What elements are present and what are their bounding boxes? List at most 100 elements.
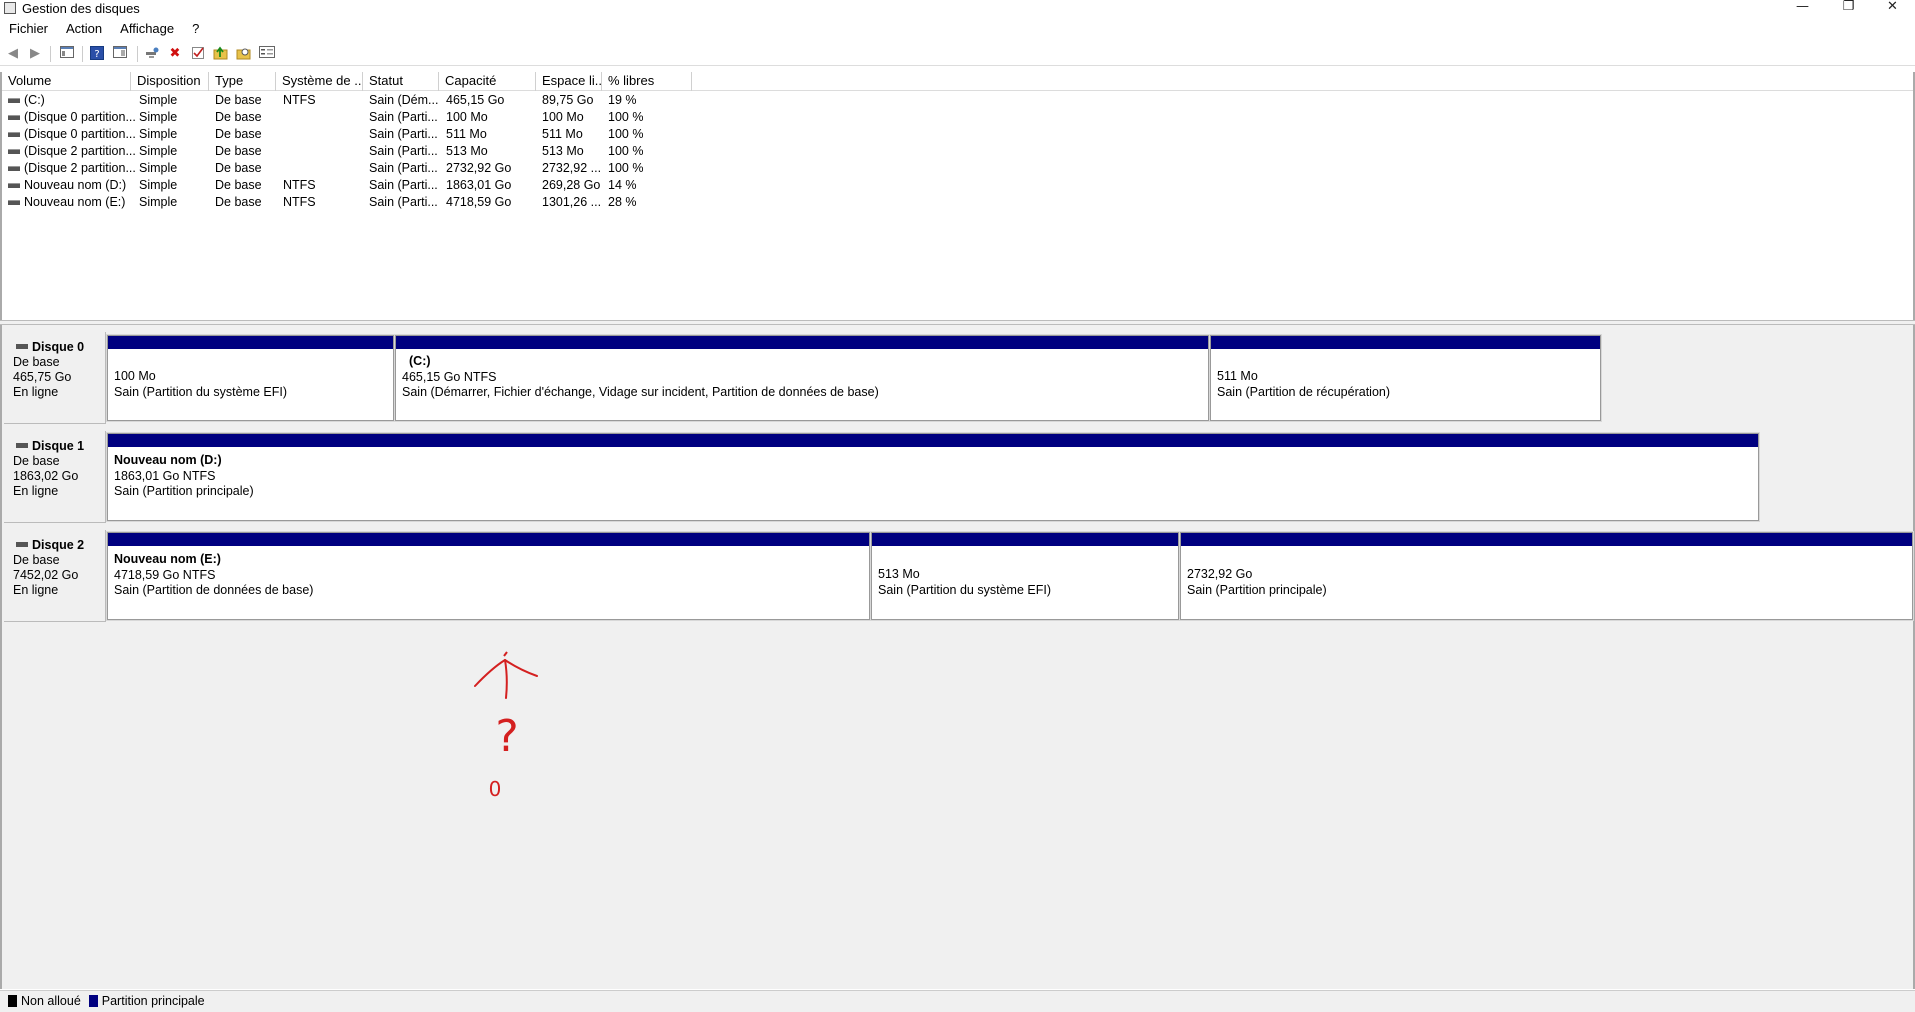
column-header-capacite[interactable]: Capacité xyxy=(439,72,536,91)
cell-type: De base xyxy=(215,195,262,209)
disk-2-label[interactable]: Disque 2 De base 7452,02 Go En ligne xyxy=(4,530,106,622)
back-arrow-icon[interactable]: ◀ xyxy=(4,46,22,62)
close-button[interactable]: ✕ xyxy=(1870,0,1915,18)
legend-unallocated: Non alloué xyxy=(21,994,81,1008)
column-header-disposition[interactable]: Disposition xyxy=(131,72,209,91)
up-folder-icon[interactable] xyxy=(212,46,230,62)
search-folder-icon[interactable] xyxy=(235,46,253,62)
menu-help[interactable]: ? xyxy=(183,19,208,38)
disk-state: En ligne xyxy=(13,583,59,597)
app-icon xyxy=(4,2,16,14)
legend-primary: Partition principale xyxy=(101,994,205,1008)
cell-capacite: 2732,92 Go xyxy=(446,161,512,175)
cell-statut: Sain (Parti... xyxy=(369,178,438,192)
cell-statut: Sain (Parti... xyxy=(369,110,438,124)
column-header-type[interactable]: Type xyxy=(209,72,276,91)
menu-bar: Fichier Action Affichage? xyxy=(0,19,1915,39)
restore-button[interactable]: ❐ xyxy=(1826,0,1871,18)
cell-statut: Sain (Parti... xyxy=(369,127,438,141)
cell-capacite: 513 Mo xyxy=(446,144,488,158)
table-row[interactable]: (Disque 2 partition... Simple De base Sain … xyxy=(2,143,702,160)
cell-statut: Sain (Dém... xyxy=(369,93,439,107)
partition-name: (C:) xyxy=(409,354,431,368)
partition-disk2-efi[interactable]: 513 Mo Sain (Partition du système EFI) xyxy=(870,531,1180,621)
cell-pct: 100 % xyxy=(608,161,644,175)
partition-status: Sain (Démarrer, Fichier d'échange, Vidag… xyxy=(402,385,879,399)
volume-icon xyxy=(8,132,20,137)
cell-disposition: Simple xyxy=(139,110,178,124)
partition-name: Nouveau nom (D:) xyxy=(114,453,222,467)
menu-action[interactable]: Action xyxy=(57,19,111,38)
table-row[interactable]: (Disque 0 partition... Simple De base Sain … xyxy=(2,109,702,126)
table-row[interactable]: (Disque 0 partition... Simple De base Sain … xyxy=(2,126,702,143)
disk-state: En ligne xyxy=(13,385,59,399)
cell-volume: (Disque 0 partition... xyxy=(24,110,136,124)
volume-icon xyxy=(8,166,20,171)
partition-type-bar xyxy=(1181,533,1912,546)
partition-disk2-e[interactable]: Nouveau nom (E:) 4718,59 Go NTFS Sain (P… xyxy=(106,531,871,621)
partition-status: Sain (Partition principale) xyxy=(114,484,254,498)
partition-size: 100 Mo xyxy=(114,369,156,383)
list-header: Volume Disposition Type Système de ... S… xyxy=(2,72,1913,91)
menu-fichier[interactable]: Fichier xyxy=(0,19,57,38)
partition-disk2-primary[interactable]: 2732,92 Go Sain (Partition principale) xyxy=(1179,531,1914,621)
disk-0-label[interactable]: Disque 0 De base 465,75 Go En ligne xyxy=(4,332,106,424)
partition-disk0-c[interactable]: (C:) 465,15 Go NTFS Sain (Démarrer, Fich… xyxy=(394,334,1210,422)
check-icon[interactable] xyxy=(189,46,207,62)
table-row[interactable]: (Disque 2 partition... Simple De base Sain … xyxy=(2,160,702,177)
cell-espace: 2732,92 ... xyxy=(542,161,602,175)
properties-icon[interactable] xyxy=(111,46,129,62)
cell-pct: 28 % xyxy=(608,195,637,209)
help-icon[interactable]: ? xyxy=(88,46,106,62)
cell-espace: 1301,26 ... xyxy=(542,195,602,209)
disk-kind: De base xyxy=(13,355,60,369)
partition-status: Sain (Partition principale) xyxy=(1187,582,1327,597)
cell-volume: (C:) xyxy=(24,93,45,107)
column-header-volume[interactable]: Volume xyxy=(2,72,131,91)
connect-icon[interactable] xyxy=(143,46,161,62)
partition-disk0-efi[interactable]: 100 Mo Sain (Partition du système EFI) xyxy=(106,334,395,422)
column-header-espace-libre[interactable]: Espace li... xyxy=(536,72,602,91)
partition-type-bar xyxy=(872,533,1178,546)
disk-size: 1863,02 Go xyxy=(13,469,79,483)
partition-status: Sain (Partition du système EFI) xyxy=(114,384,287,399)
forward-arrow-icon[interactable]: ▶ xyxy=(26,46,44,62)
column-header-statut[interactable]: Statut xyxy=(363,72,439,91)
cell-type: De base xyxy=(215,127,262,141)
cell-volume: Nouveau nom (E:) xyxy=(24,195,126,209)
partition-type-bar xyxy=(108,434,1758,447)
disk-kind: De base xyxy=(13,454,60,468)
partition-size: 465,15 Go NTFS xyxy=(402,369,497,384)
table-row[interactable]: (C:) Simple De base NTFS Sain (Dém... 465,15 … xyxy=(2,92,702,109)
partition-disk1-d[interactable]: Nouveau nom (D:) 1863,01 Go NTFS Sain (P… xyxy=(106,432,1760,522)
table-row[interactable]: Nouveau nom (D:) Simple De base NTFS Sain (P… xyxy=(2,177,702,194)
cell-espace: 513 Mo xyxy=(542,144,584,158)
title-bar: Gestion des disques — ❐ ✕ xyxy=(0,0,1915,18)
disk-1-label[interactable]: Disque 1 De base 1863,02 Go En ligne xyxy=(4,431,106,523)
cell-capacite: 465,15 Go xyxy=(446,93,505,107)
table-row[interactable]: Nouveau nom (E:) Simple De base NTFS Sain (P… xyxy=(2,194,702,211)
disk-icon xyxy=(16,344,28,350)
disk-name: Disque 1 xyxy=(32,439,85,453)
partition-disk0-recovery[interactable]: 511 Mo Sain (Partition de récupération) xyxy=(1209,334,1602,422)
cell-disposition: Simple xyxy=(139,93,178,107)
column-header-filesystem[interactable]: Système de ... xyxy=(276,72,363,91)
delete-icon[interactable]: ✖ xyxy=(166,46,184,62)
volume-icon xyxy=(8,98,20,103)
cell-pct: 14 % xyxy=(608,178,637,192)
column-header-pct-libres[interactable]: % libres xyxy=(602,72,692,91)
cell-capacite: 511 Mo xyxy=(446,127,487,141)
console-tree-icon[interactable] xyxy=(58,46,76,62)
cell-volume: (Disque 2 partition... xyxy=(24,144,136,158)
partition-size: 4718,59 Go NTFS xyxy=(114,567,216,582)
cell-espace: 269,28 Go xyxy=(542,178,601,192)
menu-affichage[interactable]: Affichage xyxy=(111,19,183,38)
volume-icon xyxy=(8,183,20,188)
partition-status: Sain (Partition du système EFI) xyxy=(878,582,1051,597)
partition-type-bar xyxy=(108,336,393,349)
window-title: Gestion des disques xyxy=(22,1,140,16)
details-icon[interactable] xyxy=(258,46,276,62)
cell-type: De base xyxy=(215,144,262,158)
minimize-button[interactable]: — xyxy=(1780,0,1825,18)
partition-size: 511 Mo xyxy=(1217,369,1258,383)
